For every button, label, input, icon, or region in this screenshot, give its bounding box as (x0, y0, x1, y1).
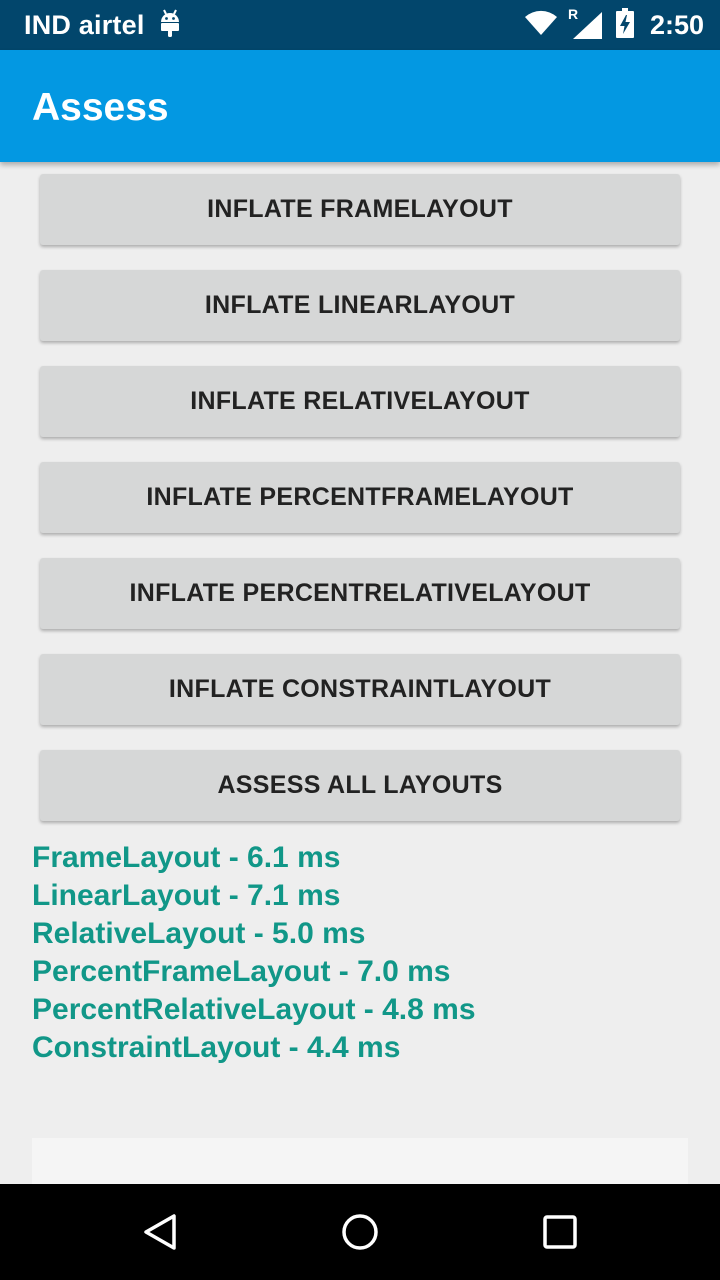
result-linearlayout: LinearLayout - 7.1 ms (32, 879, 341, 912)
status-bar: IND airtel R 2:50 (0, 0, 720, 50)
result-percentframelayout: PercentFrameLayout - 7.0 ms (32, 955, 451, 988)
home-icon[interactable] (300, 1184, 420, 1280)
result-relativelayout: RelativeLayout - 5.0 ms (32, 917, 366, 950)
inflate-percentframelayout-button[interactable]: INFLATE PERCENTFRAMELAYOUT (40, 462, 680, 533)
inflate-percentrelativelayout-button[interactable]: INFLATE PERCENTRELATIVELAYOUT (40, 558, 680, 629)
result-constraintlayout: ConstraintLayout - 4.4 ms (32, 1031, 401, 1064)
assess-all-layouts-button[interactable]: ASSESS ALL LAYOUTS (40, 750, 680, 821)
inflate-framelayout-button[interactable]: INFLATE FRAMELAYOUT (40, 174, 680, 245)
bottom-card (32, 1138, 688, 1184)
inflate-constraintlayout-button[interactable]: INFLATE CONSTRAINTLAYOUT (40, 654, 680, 725)
navigation-bar (0, 1184, 720, 1280)
inflate-relativelayout-button[interactable]: INFLATE RELATIVELAYOUT (40, 366, 680, 437)
cell-signal-icon: R (568, 6, 604, 40)
results-list: FrameLayout - 6.1 ms LinearLayout - 7.1 … (32, 840, 692, 1068)
back-icon[interactable] (100, 1184, 220, 1280)
app-bar: Assess (0, 50, 720, 162)
inflate-linearlayout-button[interactable]: INFLATE LINEARLAYOUT (40, 270, 680, 341)
app-title: Assess (32, 86, 169, 129)
recents-icon[interactable] (500, 1184, 620, 1280)
wifi-icon (524, 10, 558, 41)
android-debug-icon (159, 9, 181, 42)
result-framelayout: FrameLayout - 6.1 ms (32, 841, 341, 874)
battery-charging-icon (615, 7, 634, 43)
roaming-indicator: R (567, 6, 579, 22)
clock: 2:50 (649, 9, 704, 40)
carrier-name: IND airtel (24, 9, 145, 40)
result-percentrelativelayout: PercentRelativeLayout - 4.8 ms (32, 993, 476, 1026)
